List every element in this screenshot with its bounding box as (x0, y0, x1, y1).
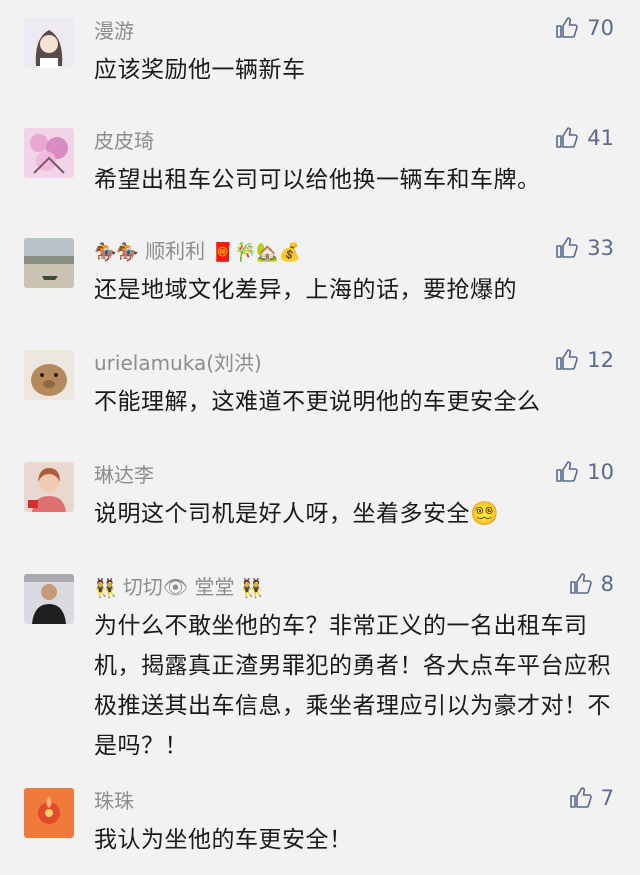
thumbs-up-icon (556, 237, 579, 258)
thumbs-up-icon (569, 787, 592, 808)
user-name[interactable]: 琳达李 (94, 462, 614, 488)
like-count: 12 (587, 348, 614, 372)
like-button[interactable]: 33 (555, 236, 614, 260)
comment-item: 皮皮琦 41 希望出租车公司可以给他换一辆车和车牌。 (0, 126, 640, 200)
user-name[interactable]: 珠珠 (94, 788, 614, 814)
user-name-row[interactable]: 🏇🏇 顺利利 🧧🎋🏡💰 (94, 238, 614, 264)
beach-boat-avatar-icon (24, 238, 74, 288)
comment-body: 珠珠 7 我认为坐他的车更安全！ (94, 786, 614, 860)
dancers-emoji: 👯 (240, 578, 264, 599)
like-count: 8 (600, 572, 614, 596)
comment-text: 不能理解，这难道不更说明他的车更安全么 (94, 389, 541, 415)
like-count: 41 (587, 126, 614, 150)
comment-text: 还是地域文化差异，上海的话，要抢爆的 (94, 277, 517, 303)
avatar[interactable] (24, 238, 74, 288)
comment-item: 珠珠 7 我认为坐他的车更安全！ (0, 786, 640, 860)
user-name-row[interactable]: 👯 切切👁 堂堂 👯 (94, 574, 614, 600)
man-portrait-avatar-icon (24, 574, 74, 624)
comment-text: 应该奖励他一辆新车 (94, 57, 306, 83)
cartoon-girl-avatar-icon (24, 18, 74, 68)
thumbs-up-icon (556, 461, 579, 482)
comment-text: 希望出租车公司可以给他换一辆车和车牌。 (94, 167, 541, 193)
comment-item: 琳达李 10 说明这个司机是好人呀，坐着多安全😵‍💫 (0, 460, 640, 534)
dancers-emoji: 👯 (94, 578, 117, 599)
thumbs-up-icon (556, 17, 579, 38)
comment-body: 琳达李 10 说明这个司机是好人呀，坐着多安全😵‍💫 (94, 460, 614, 534)
avatar[interactable] (24, 462, 74, 512)
name-emoji-suffix: 🧧🎋🏡💰 (211, 242, 302, 263)
pink-blossom-avatar-icon (24, 128, 74, 178)
comment-item: 🏇🏇 顺利利 🧧🎋🏡💰 33 还是地域文化差异，上海的话，要抢爆的 (0, 236, 640, 310)
comment-list: 漫游 70 应该奖励他一辆新车 皮皮琦 41 希望出租车公司可以给他换一辆车和车… (0, 0, 640, 875)
like-button[interactable]: 41 (555, 126, 614, 150)
horse-racing-emoji: 🏇🏇 (94, 242, 139, 263)
avatar[interactable] (24, 350, 74, 400)
user-name[interactable]: 漫游 (94, 18, 614, 44)
comment-text: 为什么不敢坐他的车？非常正义的一名出租车司机，揭露真正渣男罪犯的勇者！各大点车平… (94, 613, 611, 759)
user-name[interactable]: 皮皮琦 (94, 128, 614, 154)
user-name: 切切👁 堂堂 (122, 575, 235, 599)
like-count: 33 (587, 236, 614, 260)
like-count: 7 (600, 786, 614, 810)
thumbs-up-icon (556, 349, 579, 370)
woman-portrait-avatar-icon (24, 462, 74, 512)
avatar[interactable] (24, 574, 74, 624)
like-button[interactable]: 70 (555, 16, 614, 40)
comment-text: 我认为坐他的车更安全！ (94, 827, 353, 853)
like-button[interactable]: 8 (569, 572, 614, 596)
orange-flower-avatar-icon (24, 788, 74, 838)
avatar[interactable] (24, 788, 74, 838)
user-name: 顺利利 (145, 239, 206, 263)
comment-text: 说明这个司机是好人呀，坐着多安全😵‍💫 (94, 501, 500, 527)
like-count: 70 (587, 16, 614, 40)
comment-body: 皮皮琦 41 希望出租车公司可以给他换一辆车和车牌。 (94, 126, 614, 200)
user-name[interactable]: urielamuka(刘洪) (94, 350, 614, 376)
comment-body: 漫游 70 应该奖励他一辆新车 (94, 16, 614, 90)
thumbs-up-icon (556, 127, 579, 148)
like-button[interactable]: 10 (555, 460, 614, 484)
comment-item: urielamuka(刘洪) 12 不能理解，这难道不更说明他的车更安全么 (0, 348, 640, 422)
like-button[interactable]: 7 (569, 786, 614, 810)
capybara-avatar-icon (24, 350, 74, 400)
comment-item: 👯 切切👁 堂堂 👯 8 为什么不敢坐他的车？非常正义的一名出租车司机，揭露真正… (0, 572, 640, 766)
comment-body: 👯 切切👁 堂堂 👯 8 为什么不敢坐他的车？非常正义的一名出租车司机，揭露真正… (94, 572, 614, 766)
thumbs-up-icon (569, 573, 592, 594)
like-count: 10 (587, 460, 614, 484)
comment-item: 漫游 70 应该奖励他一辆新车 (0, 16, 640, 90)
like-button[interactable]: 12 (555, 348, 614, 372)
avatar[interactable] (24, 128, 74, 178)
avatar[interactable] (24, 18, 74, 68)
comment-body: 🏇🏇 顺利利 🧧🎋🏡💰 33 还是地域文化差异，上海的话，要抢爆的 (94, 236, 614, 310)
comment-body: urielamuka(刘洪) 12 不能理解，这难道不更说明他的车更安全么 (94, 348, 614, 422)
